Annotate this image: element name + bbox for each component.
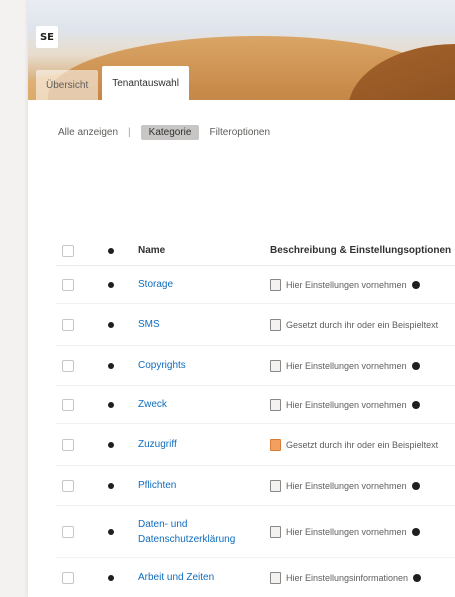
filter-separator: |	[128, 126, 131, 138]
row-description: Gesetzt durch ihr oder ein Beispieltext	[286, 439, 439, 450]
app-logo[interactable]: SE	[36, 26, 58, 48]
row-description: Hier Einstellungen vornehmen	[286, 480, 407, 491]
table-row[interactable]: Arbeit und Zeiten Hier Einstellungsinfor…	[56, 558, 455, 597]
filter-options[interactable]: Filteroptionen	[209, 127, 270, 138]
status-dot-icon	[108, 247, 114, 254]
info-icon[interactable]	[411, 527, 420, 536]
table-row[interactable]: Daten- und Datenschutzerklärung Hier Ein…	[56, 506, 455, 558]
row-name-link[interactable]: SMS	[138, 317, 160, 332]
filter-bar: Alle anzeigen | Kategorie Filteroptionen	[58, 122, 270, 142]
row-name-link[interactable]: Zuzugriff	[138, 437, 177, 452]
doc-icon	[270, 571, 281, 584]
row-name-link[interactable]: Copyrights	[138, 358, 186, 373]
row-name-link[interactable]: Arbeit und Zeiten	[138, 570, 214, 585]
row-checkbox[interactable]	[62, 525, 74, 538]
table-row[interactable]: Pflichten Hier Einstellungen vornehmen	[56, 466, 455, 506]
row-description: Hier Einstellungen vornehmen	[286, 279, 407, 290]
info-icon[interactable]	[411, 280, 420, 289]
status-dot-icon	[108, 482, 114, 489]
row-description: Gesetzt durch ihr oder ein Beispieltext	[286, 319, 439, 330]
select-all-checkbox[interactable]	[62, 244, 74, 257]
info-icon[interactable]	[411, 400, 420, 409]
warning-doc-icon	[270, 438, 281, 451]
status-dot-icon	[108, 321, 114, 328]
table-row[interactable]: SMS Gesetzt durch ihr oder ein Beispielt…	[56, 304, 455, 346]
row-checkbox[interactable]	[62, 438, 74, 451]
settings-table: Name Beschreibung & Einstellungsoptionen…	[56, 236, 455, 597]
row-description: Hier Einstellungen vornehmen	[286, 399, 407, 410]
row-checkbox[interactable]	[62, 278, 74, 291]
table-row[interactable]: Storage Hier Einstellungen vornehmen	[56, 266, 455, 304]
row-name-link[interactable]: Daten- und Datenschutzerklärung	[138, 517, 263, 547]
tab-tenant-selection[interactable]: Tenantauswahl	[102, 66, 189, 100]
table-row[interactable]: Zweck Hier Einstellungen vornehmen	[56, 386, 455, 424]
row-checkbox[interactable]	[62, 398, 74, 411]
filter-selected-pill[interactable]: Kategorie	[140, 124, 200, 140]
table-header: Name Beschreibung & Einstellungsoptionen	[56, 236, 455, 266]
doc-icon	[270, 525, 281, 538]
status-dot-icon	[108, 362, 114, 369]
doc-icon	[270, 278, 281, 291]
status-dot-icon	[108, 281, 114, 288]
column-header-description[interactable]: Beschreibung & Einstellungsoptionen	[270, 245, 451, 256]
table-row[interactable]: Zuzugriff Gesetzt durch ihr oder ein Bei…	[56, 424, 455, 466]
row-checkbox[interactable]	[62, 318, 74, 331]
status-dot-icon	[108, 401, 114, 408]
row-name-link[interactable]: Pflichten	[138, 478, 176, 493]
tab-overview[interactable]: Übersicht	[36, 70, 99, 100]
doc-icon	[270, 479, 281, 492]
row-description: Hier Einstellungen vornehmen	[286, 360, 407, 371]
app-window: SE Übersicht Tenantauswahl Alle anzeigen…	[28, 0, 455, 597]
row-name-link[interactable]: Zweck	[138, 397, 167, 412]
info-icon[interactable]	[411, 481, 420, 490]
filter-show-all[interactable]: Alle anzeigen	[58, 127, 118, 138]
doc-icon	[270, 398, 281, 411]
table-row[interactable]: Copyrights Hier Einstellungen vornehmen	[56, 346, 455, 386]
column-header-name[interactable]: Name	[138, 245, 165, 256]
row-checkbox[interactable]	[62, 359, 74, 372]
tab-bar: Übersicht Tenantauswahl	[36, 64, 193, 100]
row-checkbox[interactable]	[62, 479, 74, 492]
row-name-link[interactable]: Storage	[138, 277, 173, 292]
header-banner: SE Übersicht Tenantauswahl	[28, 0, 455, 100]
doc-icon	[270, 318, 281, 331]
status-dot-icon	[108, 528, 114, 535]
doc-icon	[270, 359, 281, 372]
status-dot-icon	[108, 574, 114, 581]
row-description: Hier Einstellungsinformationen	[286, 572, 409, 583]
info-icon[interactable]	[413, 573, 422, 582]
status-dot-icon	[108, 441, 114, 448]
row-description: Hier Einstellungen vornehmen	[286, 526, 407, 537]
row-checkbox[interactable]	[62, 571, 74, 584]
info-icon[interactable]	[411, 361, 420, 370]
